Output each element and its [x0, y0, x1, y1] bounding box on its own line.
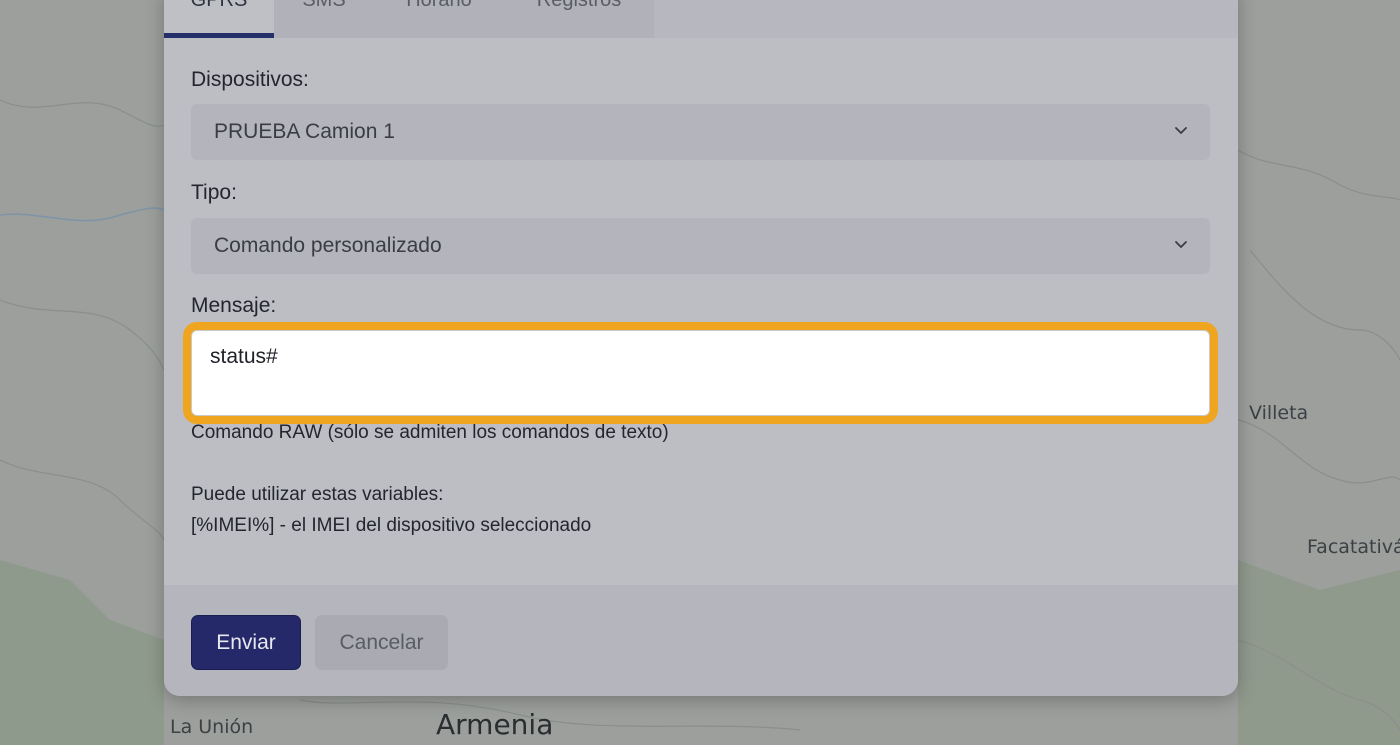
type-select-value: Comando personalizado: [214, 234, 442, 257]
cancel-button[interactable]: Cancelar: [315, 615, 448, 670]
raw-command-help: Comando RAW (sólo se admiten los comando…: [191, 422, 669, 443]
type-select[interactable]: Comando personalizado: [191, 218, 1210, 274]
chevron-down-icon: [1175, 127, 1187, 134]
send-button[interactable]: Enviar: [191, 615, 301, 670]
map-label-facatativa: Facatativá: [1307, 536, 1400, 558]
type-label: Tipo:: [191, 181, 237, 204]
devices-label: Dispositivos:: [191, 68, 309, 91]
tab-sms[interactable]: SMS: [274, 0, 374, 38]
active-tab-indicator: [164, 33, 274, 38]
tab-registros[interactable]: Registros: [504, 0, 654, 38]
tab-bar-filler: [654, 0, 1238, 38]
chevron-down-icon: [1175, 241, 1187, 248]
message-textarea[interactable]: status#: [191, 330, 1210, 416]
message-field-focus-ring: status#: [183, 322, 1218, 424]
tab-horario[interactable]: Horario: [374, 0, 504, 38]
imei-variable-help: [%IMEI%] - el IMEI del dispositivo selec…: [191, 515, 592, 536]
map-label-villeta: Villeta: [1249, 402, 1309, 424]
send-command-dialog: GPRS SMS Horario Registros Dispositivos:…: [164, 0, 1238, 696]
map-label-armenia: Armenia: [436, 708, 554, 741]
devices-select[interactable]: PRUEBA Camion 1: [191, 104, 1210, 160]
message-label: Mensaje:: [191, 294, 277, 317]
map-label-la-union: La Unión: [170, 716, 254, 738]
variables-help: Puede utilizar estas variables:: [191, 484, 444, 505]
devices-select-value: PRUEBA Camion 1: [214, 120, 395, 143]
